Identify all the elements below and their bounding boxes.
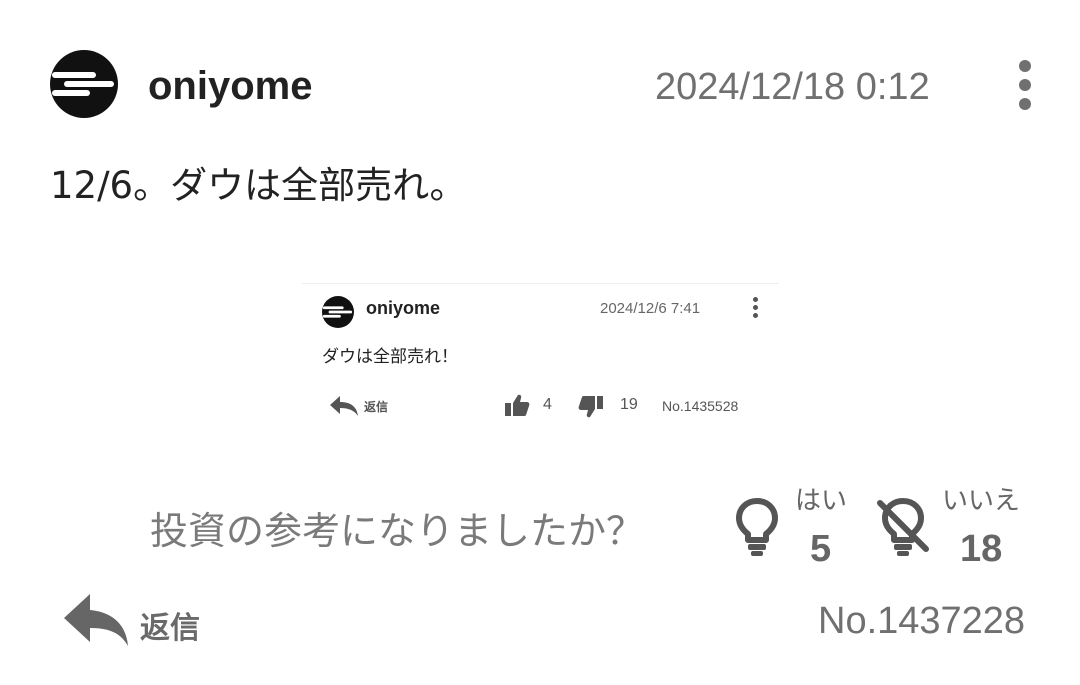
username[interactable]: oniyome <box>148 60 312 112</box>
embedded-post-text: ダウは全部売れ！ <box>322 347 458 367</box>
no-label: いいえ <box>942 486 1021 516</box>
reply-button[interactable]: 返信 <box>140 603 200 647</box>
yes-label: はい <box>795 486 848 516</box>
embedded-thumbs-up-count: 4 <box>543 396 552 413</box>
embedded-timestamp: 2024/12/6 7:41 <box>600 300 701 317</box>
lightbulb-icon[interactable] <box>733 497 781 557</box>
no-count: 18 <box>960 528 1003 570</box>
embedded-avatar-logo-icon <box>322 296 354 328</box>
embedded-post-number: No.1435528 <box>662 398 739 414</box>
post-text: 12/6。ダウは全部売れ。 <box>50 164 467 207</box>
embedded-thumbs-up-icon <box>505 394 530 416</box>
lightbulb-off-icon[interactable] <box>875 497 931 557</box>
avatar-logo-icon[interactable] <box>50 50 118 118</box>
embedded-post-image: oniyome 2024/12/6 7:41 ダウは全部売れ！ 返信 4 19 … <box>302 283 779 434</box>
post-timestamp: 2024/12/18 0:12 <box>655 66 930 108</box>
post-number: No.1437228 <box>818 600 1026 642</box>
reply-arrow-icon[interactable] <box>62 592 130 648</box>
more-options-icon[interactable] <box>1010 60 1040 114</box>
embedded-thumbs-down-count: 19 <box>620 396 638 413</box>
embedded-more-options-icon <box>750 297 760 323</box>
embedded-username: oniyome <box>366 298 441 318</box>
helpful-question: 投資の参考になりましたか？ <box>150 509 645 553</box>
embedded-thumbs-down-icon <box>578 396 603 418</box>
embedded-reply-label: 返信 <box>364 400 389 414</box>
embedded-reply-arrow-icon <box>330 396 358 416</box>
yes-count: 5 <box>810 528 832 570</box>
